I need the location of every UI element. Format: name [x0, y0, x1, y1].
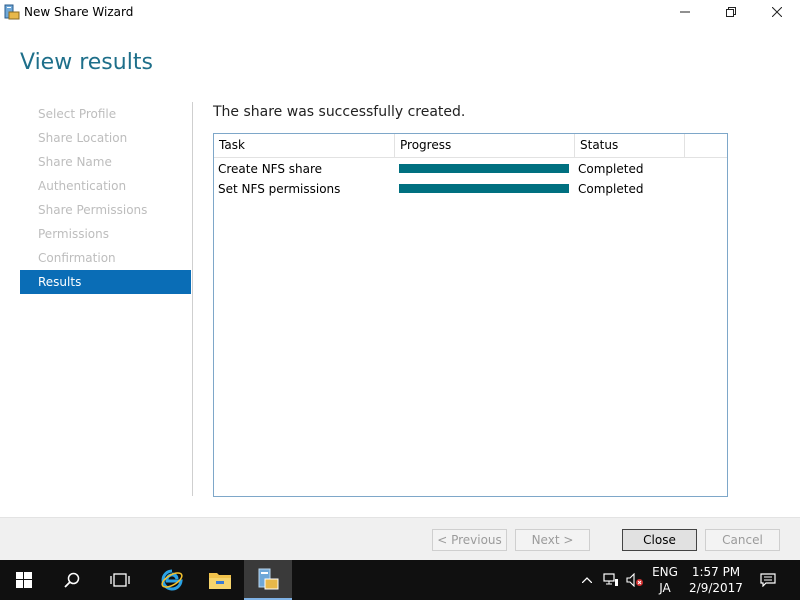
- wizard-steps-nav: Select Profile Share Location Share Name…: [20, 102, 191, 294]
- task-view-button[interactable]: [96, 560, 144, 600]
- progress-cell: [399, 159, 569, 179]
- progress-bar: [399, 184, 569, 193]
- share-wizard-app-icon: [4, 4, 20, 20]
- window-title: New Share Wizard: [24, 5, 134, 19]
- cancel-button[interactable]: Cancel: [705, 529, 780, 551]
- system-clock[interactable]: 1:57 PM 2/9/2017: [684, 564, 748, 596]
- nav-step-confirmation: Confirmation: [38, 251, 116, 265]
- volume-button[interactable]: [624, 560, 646, 600]
- close-window-button[interactable]: [754, 0, 800, 24]
- progress-cell: [399, 179, 569, 199]
- task-name: Set NFS permissions: [218, 182, 341, 196]
- title-bar: New Share Wizard: [0, 0, 800, 24]
- maximize-button[interactable]: [708, 0, 754, 24]
- internet-explorer-icon: [161, 569, 183, 591]
- taskbar: ENG JA 1:57 PM 2/9/2017: [0, 560, 800, 600]
- nav-step-results[interactable]: Results: [20, 270, 191, 294]
- nav-step-share-name: Share Name: [38, 155, 112, 169]
- search-icon: [64, 572, 80, 588]
- task-view-icon: [110, 573, 130, 587]
- column-header-empty: [685, 134, 727, 157]
- share-wizard-taskbar-button[interactable]: [244, 560, 292, 600]
- task-name: Create NFS share: [218, 162, 323, 176]
- share-wizard-app-icon: [258, 568, 279, 590]
- page-title: View results: [20, 50, 153, 75]
- input-language-indicator[interactable]: ENG JA: [650, 564, 680, 596]
- minimize-button[interactable]: [662, 0, 708, 24]
- show-hidden-icons-button[interactable]: [576, 560, 598, 600]
- clock-time: 1:57 PM: [691, 565, 741, 579]
- start-button[interactable]: [0, 560, 48, 600]
- action-center-button[interactable]: [756, 560, 780, 600]
- previous-button[interactable]: < Previous: [432, 529, 507, 551]
- language-code: ENG: [652, 565, 678, 579]
- results-table: Task Progress Status Create NFS share Co…: [213, 133, 728, 497]
- search-button[interactable]: [48, 560, 96, 600]
- task-status: Completed: [578, 162, 644, 176]
- notification-icon: [760, 573, 776, 587]
- windows-logo-icon: [16, 572, 32, 588]
- file-explorer-button[interactable]: [196, 560, 244, 600]
- table-row: Create NFS share Completed: [214, 159, 727, 179]
- network-icon: [603, 573, 618, 586]
- folder-icon: [209, 573, 231, 589]
- column-header-status[interactable]: Status: [575, 134, 685, 157]
- network-button[interactable]: [600, 560, 622, 600]
- internet-explorer-button[interactable]: [148, 560, 196, 600]
- wizard-footer: < Previous Next > Close Cancel: [0, 517, 800, 560]
- nav-step-permissions: Permissions: [38, 227, 109, 241]
- nav-step-select-profile: Select Profile: [38, 107, 117, 121]
- nav-step-share-permissions: Share Permissions: [38, 203, 148, 217]
- wizard-window: New Share Wizard View results Select Pro…: [0, 0, 800, 560]
- table-header: Task Progress Status: [214, 134, 727, 158]
- progress-bar: [399, 164, 569, 173]
- next-button[interactable]: Next >: [515, 529, 590, 551]
- close-button[interactable]: Close: [622, 529, 697, 551]
- task-status: Completed: [578, 182, 644, 196]
- result-message: The share was successfully created.: [213, 104, 466, 120]
- nav-divider: [192, 102, 193, 496]
- column-header-task[interactable]: Task: [214, 134, 395, 157]
- progress-bar-fill: [399, 164, 569, 173]
- nav-step-authentication: Authentication: [38, 179, 127, 193]
- column-header-progress[interactable]: Progress: [395, 134, 575, 157]
- table-row: Set NFS permissions Completed: [214, 179, 727, 199]
- nav-step-share-location: Share Location: [38, 131, 128, 145]
- clock-date: 2/9/2017: [689, 581, 743, 595]
- progress-bar-fill: [399, 184, 569, 193]
- keyboard-layout-code: JA: [659, 581, 671, 595]
- chevron-up-icon: [582, 577, 592, 583]
- volume-muted-icon: [626, 573, 643, 587]
